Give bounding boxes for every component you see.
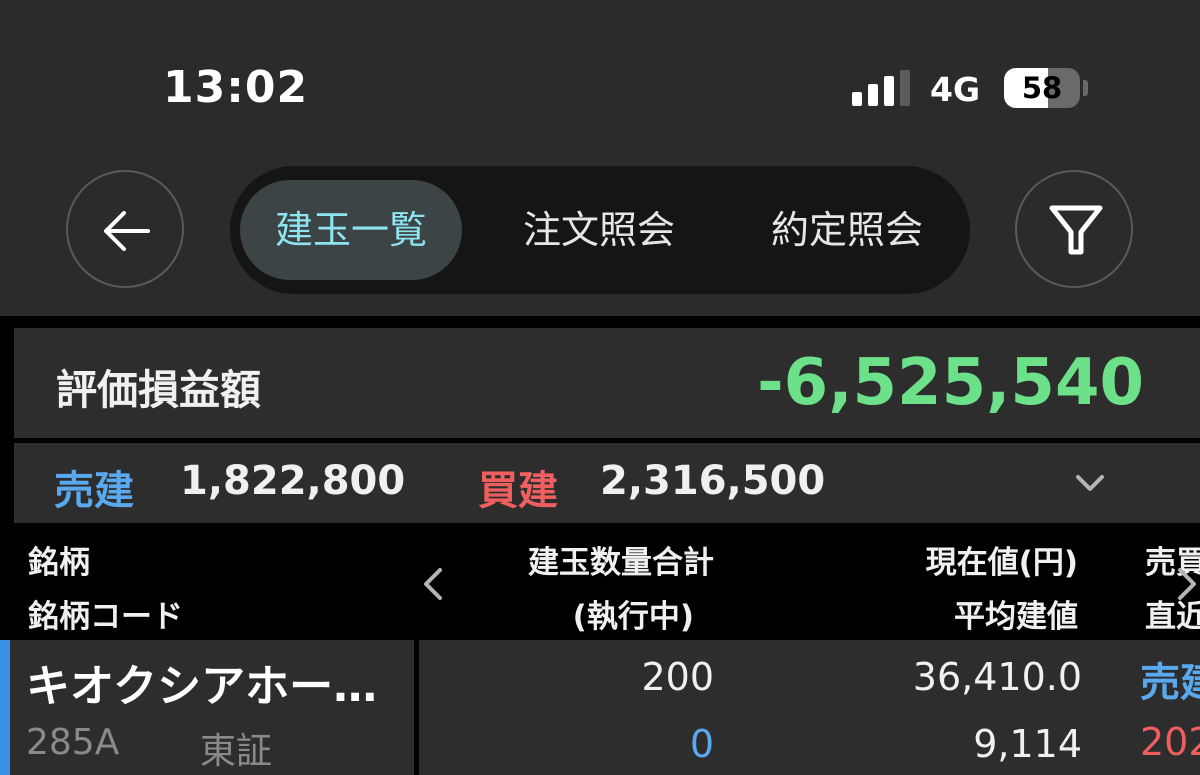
average-price: 9,114 [973,722,1082,766]
sell-total-value: 1,822,800 [180,458,406,504]
status-time: 13:02 [163,62,309,113]
header-quantity: 建玉数量合計 [528,545,714,581]
pnl-summary: 評価損益額 -6,525,540 [14,328,1200,438]
battery-tip [1083,80,1088,96]
position-totals-row[interactable]: 売建 1,822,800 買建 2,316,500 [14,443,1200,523]
current-price: 36,410.0 [912,655,1082,699]
pnl-label: 評価損益額 [56,366,261,414]
tab-order-inquiry[interactable]: 注文照会 [488,180,710,280]
battery-percent: 58 [1021,71,1063,105]
top-header: 13:02 4G 58 建玉一覧 注文照会 約定照会 [0,0,1200,316]
recent-date: 202 [1140,720,1200,764]
table-row-values[interactable] [419,640,1200,775]
tab-bar: 建玉一覧 注文照会 約定照会 [230,166,970,294]
filter-button[interactable] [1015,170,1133,288]
network-type: 4G [930,70,981,109]
pnl-value: -6,525,540 [757,346,1144,420]
back-button[interactable] [66,170,184,288]
stock-name: キオクシアホー… [26,661,378,712]
chevron-right-icon[interactable] [1176,566,1200,602]
tab-execution-inquiry[interactable]: 約定照会 [736,180,958,280]
stock-code: 285A [26,722,120,763]
header-current-price: 現在値(円) [925,545,1078,581]
buy-total-value: 2,316,500 [600,458,826,504]
filter-icon [1049,205,1103,255]
sell-total-label: 売建 [54,468,134,514]
header-pending: (執行中) [572,599,694,635]
header-symbol-code: 銘柄コード [28,599,183,635]
chevron-left-icon[interactable] [420,566,448,602]
tab-positions[interactable]: 建玉一覧 [240,180,462,280]
battery-icon: 58 [1004,68,1080,108]
header-avg-price: 平均建値 [954,599,1078,635]
signal-strength-icon [852,70,912,106]
row-accent-bar [0,640,10,775]
chevron-down-icon[interactable] [1072,465,1108,501]
header-symbol: 銘柄 [28,545,90,581]
buy-total-label: 買建 [478,468,558,514]
stock-market: 東証 [200,731,273,772]
trade-side: 売建 [1140,660,1200,706]
arrow-left-icon [104,211,150,251]
pending-quantity: 0 [689,722,714,766]
position-quantity: 200 [641,655,714,699]
